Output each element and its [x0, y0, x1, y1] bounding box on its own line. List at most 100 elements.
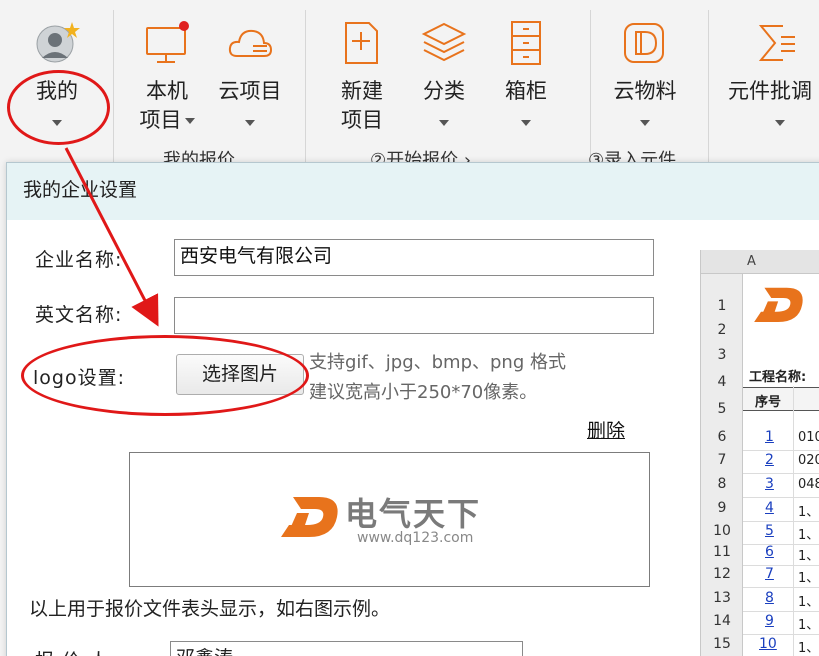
local-project-label-2: 项目 [128, 106, 206, 135]
chevron-down-icon [640, 120, 650, 126]
preview-gridline [743, 521, 819, 522]
preview-gridline [743, 497, 819, 498]
row-number: 5 [717, 401, 727, 417]
preview-code-cell: 1、 [798, 641, 819, 656]
row-number: 7 [717, 452, 727, 468]
chevron-down-icon [184, 118, 195, 124]
new-file-icon [345, 22, 378, 64]
preview-code-cell: 1、 [798, 618, 819, 633]
preview-serial-link: 1 [765, 429, 774, 445]
new-project-label-1: 新建 [341, 79, 383, 103]
component-batch-button[interactable]: 元件批调 [724, 0, 819, 140]
row-number: 13 [713, 590, 731, 606]
delete-logo-link[interactable]: 删除 [587, 416, 625, 443]
annotation-circle-logo [21, 335, 309, 416]
format-hint: 支持gif、jpg、bmp、png 格式 [309, 352, 566, 373]
preview-gridline [743, 473, 819, 474]
cloud-project-label: 云项目 [218, 79, 282, 103]
contact-input[interactable]: 邓鑫涛 [170, 641, 523, 656]
cloud-material-icon [624, 23, 664, 63]
preview-table-header: 序号 [743, 387, 819, 411]
row-number: 14 [713, 613, 731, 629]
preview-logo-mark [754, 287, 803, 322]
row-number: 2 [717, 322, 727, 338]
preview-gridline [743, 450, 819, 451]
component-batch-label: 元件批调 [728, 79, 812, 103]
local-project-button[interactable]: 本机 项目 [128, 0, 206, 140]
excel-preview-image: A 123456789101112131415 工程名称: 序号 1010202… [700, 250, 819, 656]
preview-serial-link: 3 [765, 476, 774, 492]
preview-code-cell: 048 [798, 477, 819, 492]
new-project-label-2: 项目 [341, 108, 383, 132]
logo-url-text: www.dq123.com [357, 530, 474, 546]
company-logo-mark [281, 497, 338, 537]
preview-code-cell: 1、 [798, 595, 819, 610]
annotation-circle-mine [7, 70, 110, 145]
preview-project-name: 工程名称: [749, 370, 807, 385]
row-number: 11 [713, 544, 731, 560]
category-button[interactable]: 分类 [405, 0, 483, 140]
chevron-down-icon [521, 120, 531, 126]
preview-gridline [743, 587, 819, 588]
preview-code-cell: 1、 [798, 571, 819, 586]
cabinet-icon [511, 21, 541, 65]
preview-serial-link: 9 [765, 613, 774, 629]
preview-serial-link: 6 [765, 544, 774, 560]
usage-note: 以上用于报价文件表头显示，如右图示例。 [29, 598, 391, 620]
row-number: 6 [717, 429, 727, 445]
new-project-button[interactable]: 新建 项目 [323, 0, 401, 140]
preview-serial-link: 7 [765, 566, 774, 582]
preview-gridline [743, 565, 819, 566]
preview-serial-link: 8 [765, 590, 774, 606]
ribbon-separator [113, 10, 114, 170]
logo-brand-text: 电气天下 [345, 495, 482, 533]
row-number: 4 [717, 374, 727, 390]
english-name-input[interactable] [174, 297, 654, 334]
column-a-header: A [747, 254, 756, 269]
preview-code-cell: 1、 [798, 528, 819, 543]
preview-gridline [743, 634, 819, 635]
row-number: 15 [713, 636, 731, 652]
row-number: 9 [717, 500, 727, 516]
row-number: 3 [717, 347, 727, 363]
cloud-material-label: 云物料 [613, 79, 677, 103]
preview-gridline [743, 611, 819, 612]
cabinet-label: 箱柜 [505, 79, 547, 103]
cloud-material-button[interactable]: 云物料 [600, 0, 690, 140]
column-header-bar: A [701, 250, 819, 274]
company-name-input[interactable]: 西安电气有限公司 [174, 239, 654, 276]
preview-serial-header: 序号 [755, 395, 782, 410]
chevron-down-icon [439, 120, 449, 126]
preview-code-cell: 010 [798, 430, 819, 445]
local-project-label-1: 本机 [146, 79, 188, 103]
chevron-down-icon [775, 120, 785, 126]
category-label: 分类 [423, 79, 465, 103]
cabinet-button[interactable]: 箱柜 [487, 0, 565, 140]
user-avatar-icon [36, 22, 80, 63]
contact-label: 报 价 人: [35, 646, 116, 656]
preview-serial-link: 5 [765, 523, 774, 539]
english-name-label: 英文名称: [35, 304, 123, 326]
row-number: 1 [717, 298, 727, 314]
ribbon-separator [708, 10, 709, 170]
cloud-project-button[interactable]: 云项目 [210, 0, 290, 140]
preview-code-cell: 1、 [798, 505, 819, 520]
size-hint: 建议宽高小于250*70像素。 [309, 382, 538, 403]
dialog-title: 我的企业设置 [7, 163, 819, 220]
monitor-icon [146, 21, 189, 63]
sigma-list-icon [758, 25, 795, 61]
cloud-icon [228, 29, 273, 57]
ribbon-separator [305, 10, 306, 170]
preview-serial-link: 2 [765, 452, 774, 468]
preview-serial-link: 10 [759, 636, 777, 652]
row-number: 8 [717, 476, 727, 492]
preview-code-cell: 1、 [798, 549, 819, 564]
row-number: 12 [713, 566, 731, 582]
logo-preview-box: 电气天下 www.dq123.com [129, 452, 650, 587]
preview-code-cell: 020 [798, 453, 819, 468]
chevron-down-icon [245, 120, 255, 126]
ribbon-toolbar: 我的 本机 项目 云项目 新建 项目 分类 箱柜 云物料 元件批调 我的报价 ②… [0, 0, 819, 175]
row-number: 10 [713, 523, 731, 539]
company-name-label: 企业名称: [35, 249, 123, 271]
preview-serial-link: 4 [765, 500, 774, 516]
